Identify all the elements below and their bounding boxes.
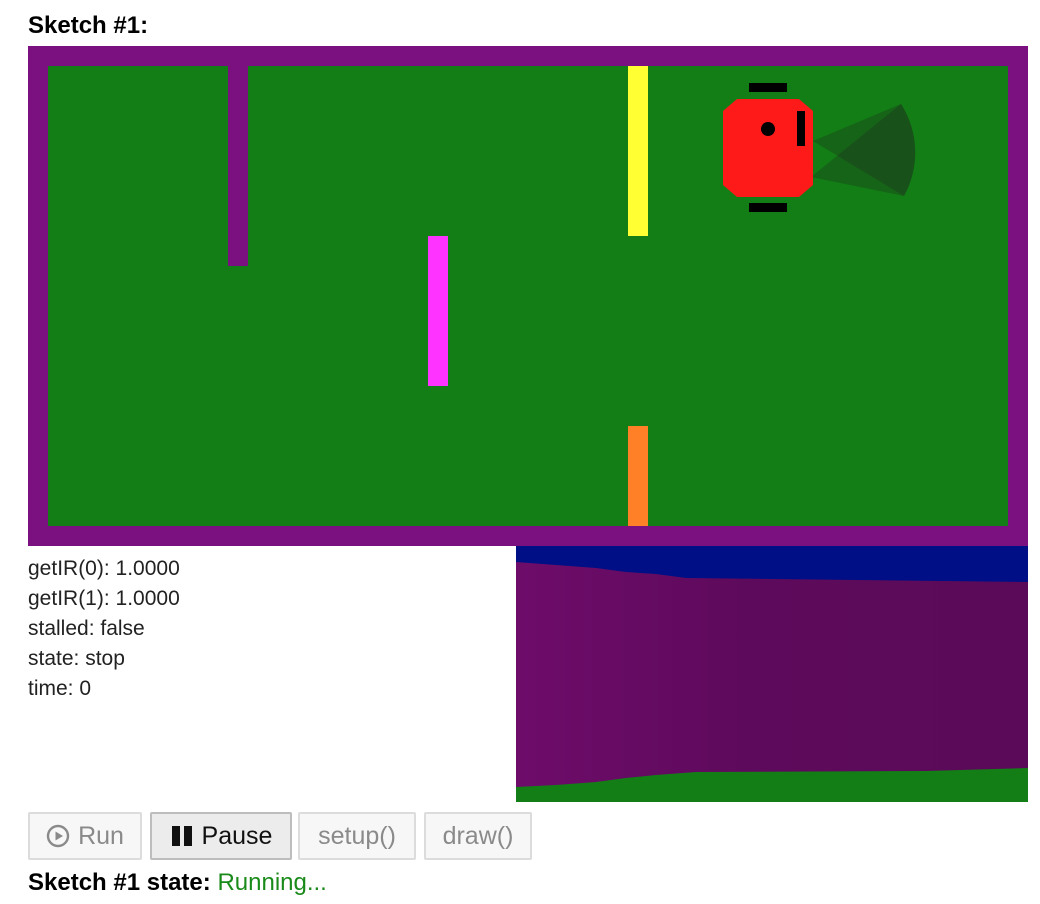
obstacle-yellow [628, 66, 648, 236]
robot [723, 83, 916, 212]
run-label: Run [78, 821, 124, 850]
sketch-title: Sketch #1: [28, 12, 149, 39]
sketch-status: Sketch #1 state: Running... [28, 866, 327, 900]
status-value: Running... [217, 869, 327, 896]
view-wall [516, 562, 1028, 787]
readout-ir1: getIR(1): 1.0000 [28, 587, 180, 610]
sensor-readout: getIR(0): 1.0000 getIR(1): 1.0000 stalle… [28, 554, 498, 704]
draw-label: draw() [442, 821, 514, 850]
readout-time: time: 0 [28, 677, 92, 700]
draw-button[interactable]: draw() [424, 812, 532, 860]
readout-ir0: getIR(0): 1.0000 [28, 557, 180, 580]
pause-label: Pause [201, 821, 273, 850]
setup-button[interactable]: setup() [298, 812, 416, 860]
setup-label: setup() [318, 821, 396, 850]
first-person-view [516, 546, 1028, 802]
robot-arena-canvas[interactable] [28, 46, 1028, 546]
inner-wall [228, 66, 248, 266]
obstacle-magenta [428, 236, 448, 386]
play-circle-icon [46, 824, 70, 848]
status-label: Sketch #1 state: [28, 869, 211, 896]
run-button[interactable]: Run [28, 812, 142, 860]
readout-stalled: stalled: false [28, 617, 145, 640]
ir-sensor-cones [811, 104, 916, 196]
readout-state: state: stop [28, 647, 125, 670]
pause-icon [171, 826, 192, 846]
obstacle-orange [628, 426, 648, 526]
pause-button[interactable]: Pause [150, 812, 292, 860]
